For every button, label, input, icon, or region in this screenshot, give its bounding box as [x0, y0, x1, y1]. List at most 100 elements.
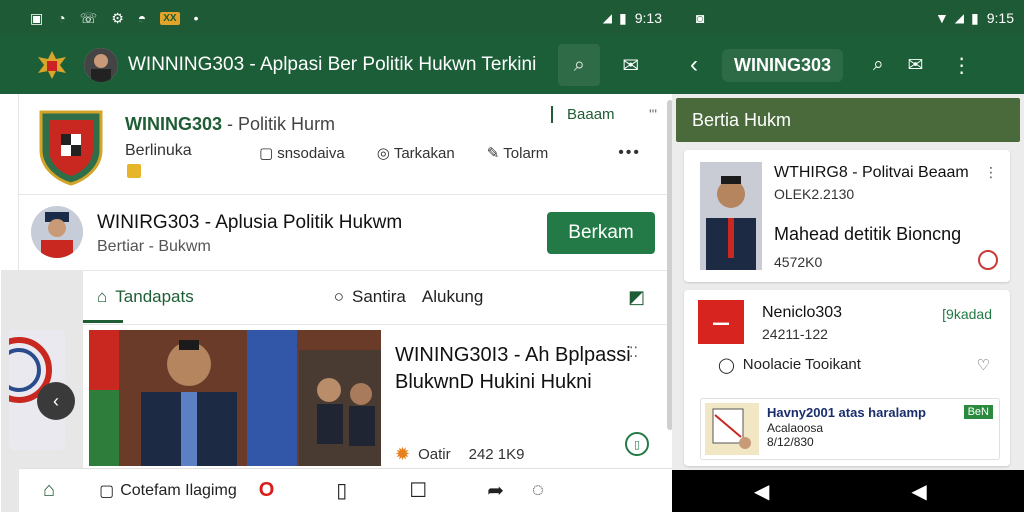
system-nav-bar: ◀ ◀ [672, 470, 1024, 512]
signal-icon: ◢ [602, 11, 614, 25]
profile-right-dots: ''' [649, 106, 658, 122]
tab-home[interactable]: ⌂ Tandapats [97, 287, 194, 307]
publisher-date: 24211-122 [762, 326, 828, 342]
home-icon[interactable]: ⌂ [43, 479, 55, 502]
drag-handle-icon[interactable]: ⁚⁚ [629, 344, 638, 361]
right-panel: Bertia Hukm WTHIRG8 - Politvai Beaam ⋮ O… [672, 94, 1024, 512]
publisher-logo-icon: ▬▬ [698, 300, 744, 344]
screen: ▣ ◔ ☏ ⚙ ◓ XX • ◢ ▮ 9:13 ◙ ▼ ◢ ▮ 9:15 WIN… [0, 0, 1024, 512]
search-icon[interactable]: ⌕ [873, 54, 884, 76]
bottom-nav-label: Cotefam Ilagimg [120, 481, 237, 499]
dot-icon: • [193, 10, 199, 26]
pin-icon: ◯ [718, 357, 735, 374]
news-card[interactable]: WTHIRG8 - Politvai Beaam ⋮ OLEK2.2130 Ma… [684, 150, 1010, 282]
back-triangle-icon[interactable]: ◀ [911, 479, 926, 504]
divider [83, 324, 667, 325]
settings-icon: ⚙ [111, 10, 124, 26]
app-title: WINNING303 - Aplpasi Ber Politik Hukwn T… [128, 54, 537, 75]
nested-news-sub: Acalaoosa [767, 421, 824, 435]
status-time-left: 9:13 [634, 10, 662, 26]
message-icon[interactable]: ◩ [628, 287, 645, 308]
channel-row: WINIRG303 - Aplusia Politik Hukwm Bertia… [19, 198, 667, 268]
tab-third[interactable]: Alukung [422, 287, 483, 307]
action-label: Tolarm [503, 145, 549, 162]
bookmark-icon[interactable]: ▯ [625, 432, 649, 456]
gallery-icon: ▣ [30, 10, 44, 26]
profile-badge-icon [127, 164, 141, 178]
channel-subtitle: Bertiar - Bukwm [97, 238, 211, 255]
wifi-icon: ◓ [137, 10, 147, 26]
record-icon[interactable] [978, 250, 998, 270]
main-content: WINING303 - Politik Hurm Berlinuka ▢ snso… [1, 94, 673, 512]
profile-right-label[interactable]: Baaam [551, 106, 615, 123]
action-label: Tarkakan [393, 145, 455, 162]
more-vert-icon[interactable]: ⋮ [984, 164, 998, 181]
notification-icon[interactable]: ✉ [622, 53, 639, 78]
signal-icon: ◢ [954, 11, 966, 25]
news-meta: ✹ Oatir 242 1K9 [395, 444, 525, 465]
wifi-icon: ▼ [934, 10, 949, 26]
clock-icon: ◔ [57, 10, 66, 26]
nested-news-date: 8/12/830 [767, 435, 814, 449]
more-vert-icon[interactable]: ⋮ [952, 53, 972, 78]
avatar[interactable] [84, 48, 118, 82]
chat-icon: ☏ [79, 10, 98, 26]
status-bar-right: ◙ ▼ ◢ ▮ 9:15 [672, 0, 1024, 36]
tab-label: Tandapats [115, 287, 194, 306]
action-item[interactable]: ▢ snsodaiva [259, 144, 345, 162]
publisher-row-label: Noolacie Tooikant [742, 356, 861, 373]
info-icon[interactable]: ◌ [532, 479, 544, 502]
action-item[interactable]: ◎ Tarkakan [377, 144, 455, 162]
nested-news-badge: BeN [963, 405, 993, 419]
sun-icon: ✹ [395, 444, 411, 464]
news-card-count: 4572K0 [774, 254, 823, 270]
tab-bar: ⌂ Tandapats ○ Santira Alukung ◩ [83, 274, 667, 320]
share-icon[interactable]: ➦ [487, 478, 504, 503]
shield-logo-icon [35, 106, 107, 186]
heart-icon[interactable]: ♡ [977, 356, 990, 374]
channel-avatar[interactable] [31, 206, 83, 258]
notification-badge: XX [160, 11, 180, 25]
profile-title-suffix: - Politik Hurm [227, 114, 336, 134]
news-card-title: WTHIRG8 - Politvai Beaam [774, 164, 969, 181]
news-image[interactable] [89, 330, 381, 466]
back-triangle-icon[interactable]: ◀ [754, 479, 769, 504]
edit-icon: ✎ [486, 145, 500, 162]
comment-icon: ▢ [259, 145, 274, 162]
divider [19, 270, 667, 271]
record-icon[interactable]: O [259, 479, 275, 502]
divider [19, 194, 667, 195]
search-icon: ⌕ [573, 53, 585, 76]
news-card-photo [700, 162, 762, 270]
news-card[interactable]: ▬▬ Neniclo303 [9kadad 24211-122 ◯ Noolac… [684, 290, 1010, 466]
search-button[interactable]: ⌕ [558, 44, 601, 86]
news-title[interactable]: WINING30I3 - Ah Bplpassi BlukwnD Hukini … [395, 342, 655, 396]
nested-news-image [705, 403, 759, 455]
follow-button[interactable]: Berkam [547, 212, 655, 254]
back-icon[interactable]: ‹ [690, 51, 698, 79]
tab-search[interactable]: ○ Santira [334, 287, 406, 307]
square-icon: ▢ [99, 482, 115, 500]
action-item[interactable]: ✎ Tolarm [487, 144, 549, 162]
profile-subtitle: Berlinuka [125, 142, 192, 159]
edit-box-icon[interactable]: ☐ [409, 478, 427, 503]
channel-title-chip[interactable]: WINING303 [722, 48, 844, 82]
news-card-date: OLEK2.2130 [774, 186, 855, 202]
profile-header: WINING303 - Politik Hurm Berlinuka ▢ snso… [19, 94, 667, 194]
status-bar-left: ▣ ◔ ☏ ⚙ ◓ XX • ◢ ▮ 9:13 [0, 0, 672, 36]
bottom-nav-item[interactable]: ▢ Cotefam Ilagimg [99, 481, 237, 501]
bookmark-icon[interactable]: ▯ [336, 478, 347, 503]
arrow-left-icon[interactable]: ‹ [37, 382, 75, 420]
profile-title: WINING303 - Politik Hurm [125, 114, 335, 135]
news-card-body: Mahead detitik Bioncng [774, 224, 962, 244]
inbox-icon[interactable]: ✉ [908, 54, 924, 77]
app-bar-right: ‹ WINING303 ⌕ ✉ ⋮ [672, 36, 1024, 94]
nested-news-card[interactable]: Havny2001 atas haralamp Acalaoosa 8/12/8… [700, 398, 1000, 460]
publisher-tag[interactable]: [9kadad [942, 306, 992, 322]
publisher-name: Neniclo303 [762, 304, 843, 321]
status-time-right: 9:15 [986, 10, 1014, 26]
publisher-row: ◯ Noolacie Tooikant ♡ [718, 356, 1008, 374]
location-icon: ◎ [376, 145, 390, 162]
chat-bubble-icon: ○ [333, 287, 345, 306]
more-horiz-icon[interactable]: ••• [618, 144, 641, 162]
